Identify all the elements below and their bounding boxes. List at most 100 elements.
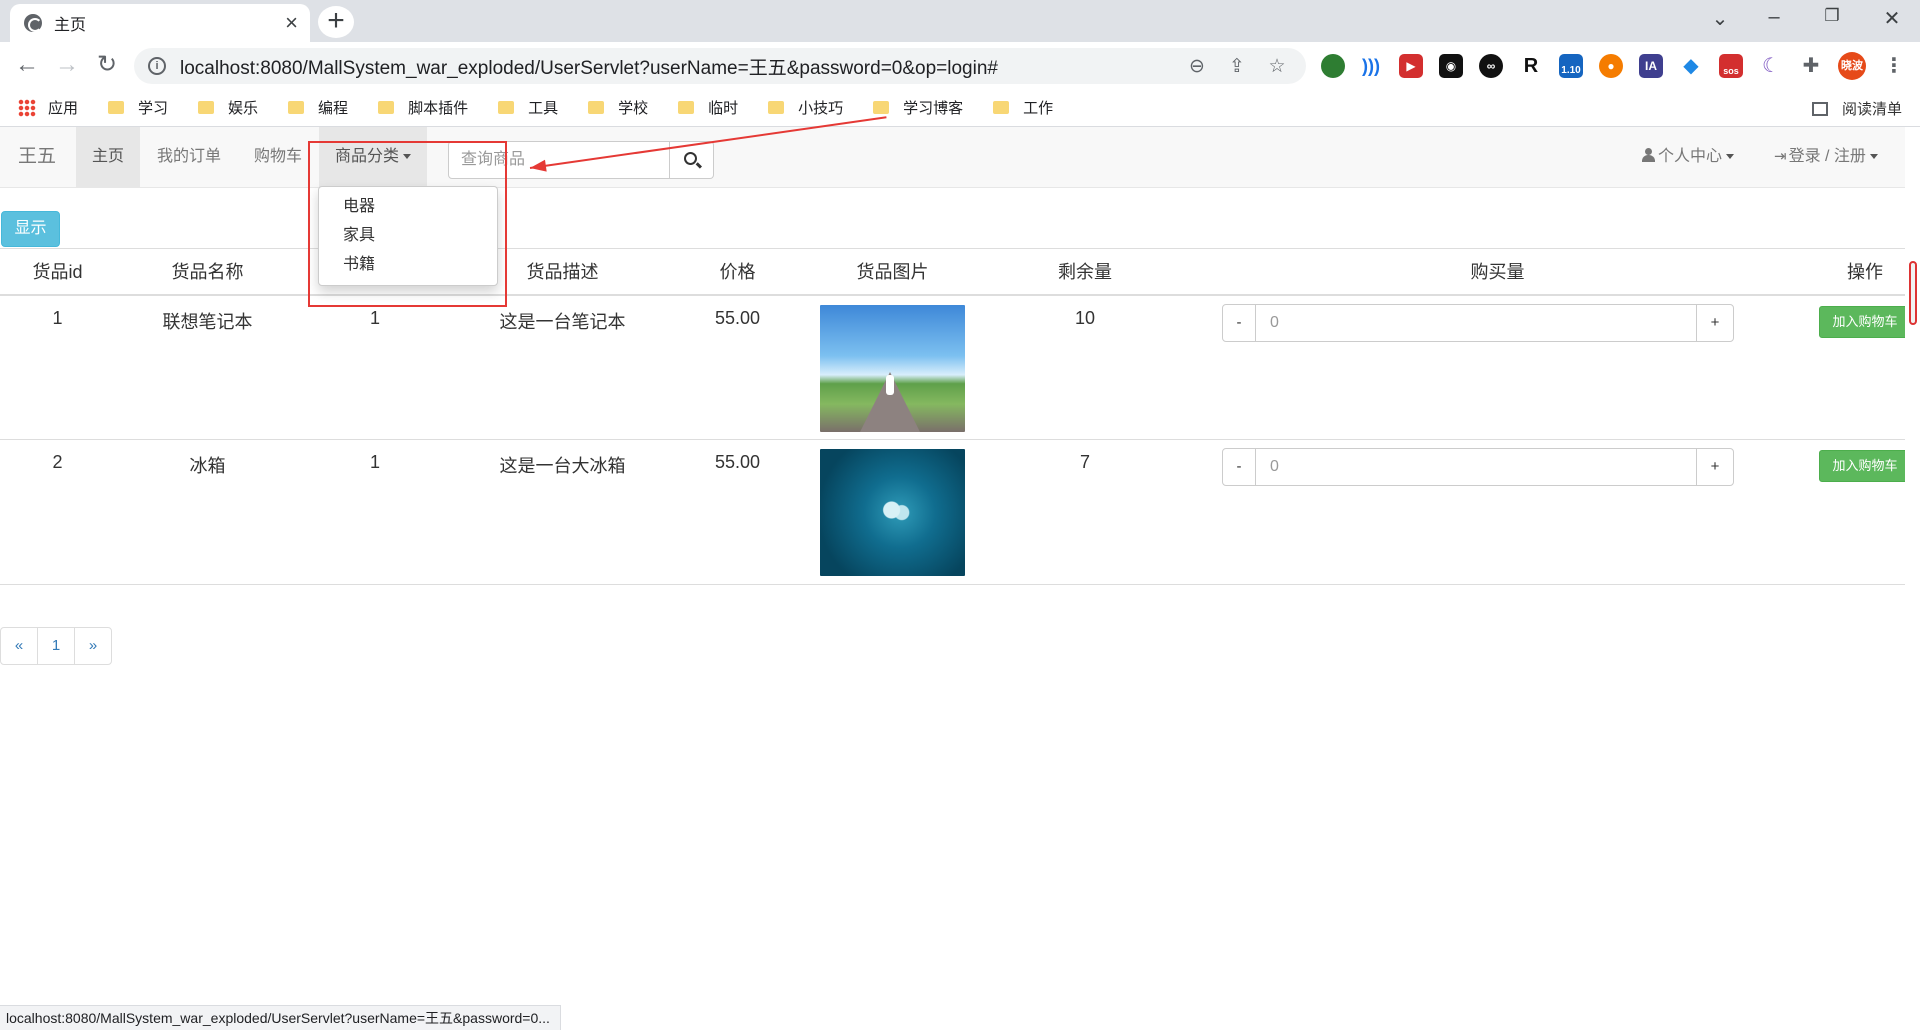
url-text: localhost:8080/MallSystem_war_exploded/U…	[180, 57, 998, 79]
cell-type: 1	[300, 439, 450, 585]
extension-sos-badge: sos	[1723, 66, 1739, 76]
column-header: 剩余量	[985, 248, 1185, 296]
extension-infinity-icon[interactable]: ∞	[1479, 54, 1503, 78]
extension-version-icon[interactable]: 1.10	[1559, 54, 1583, 78]
bookmark-folder[interactable]: 工具	[498, 97, 558, 118]
extension-glasses-icon[interactable]: ◉	[1439, 54, 1463, 78]
profile-avatar[interactable]: 晓波	[1838, 52, 1866, 80]
folder-icon	[198, 101, 215, 114]
share-icon[interactable]: ⇪	[1226, 55, 1248, 78]
extension-sos-icon[interactable]: sos	[1719, 54, 1743, 78]
reading-list-button[interactable]: 阅读清单	[1811, 98, 1902, 119]
extension-version-badge: 1.10	[1561, 65, 1581, 76]
cell-image	[800, 439, 985, 585]
minimize-icon[interactable]: –	[1754, 6, 1794, 29]
column-header: 货品图片	[800, 248, 985, 296]
extension-green-icon[interactable]	[1321, 54, 1345, 78]
profile-label: 晓波	[1841, 60, 1863, 72]
cell-desc: 这是一台笔记本	[450, 294, 675, 440]
extension-play-icon[interactable]: ▶	[1399, 54, 1423, 78]
bookmark-star-icon[interactable]: ☆	[1266, 55, 1288, 78]
folder-icon	[108, 101, 125, 114]
forward-icon[interactable]: →	[52, 50, 82, 80]
bookmark-folder[interactable]: 学校	[588, 97, 648, 118]
bookmark-folder[interactable]: 编程	[288, 97, 348, 118]
increment-button[interactable]: +	[1696, 303, 1734, 342]
pagination-next[interactable]: »	[74, 627, 112, 665]
folder-icon	[588, 101, 605, 114]
bookmark-folder[interactable]: 学习博客	[873, 97, 963, 118]
cell-id: 2	[0, 439, 115, 585]
add-to-cart-button[interactable]: 加入购物车	[1819, 450, 1911, 482]
nav-cart[interactable]: 购物车	[238, 127, 318, 187]
nav-orders[interactable]: 我的订单	[141, 127, 237, 187]
site-info-icon[interactable]: i	[148, 57, 166, 75]
navbar-brand[interactable]: 王五	[2, 127, 72, 187]
cell-name: 冰箱	[115, 439, 300, 585]
bookmark-label: 临时	[708, 100, 739, 117]
bookmark-folder[interactable]: 临时	[678, 97, 738, 118]
extension-ia-icon[interactable]: IA	[1639, 54, 1663, 78]
nav-user-center[interactable]: 个人中心	[1626, 127, 1750, 187]
decrement-button[interactable]: -	[1222, 303, 1256, 342]
bookmark-label: 学校	[618, 100, 649, 117]
cell-price: 55.00	[675, 294, 800, 440]
increment-button[interactable]: +	[1696, 448, 1734, 486]
folder-icon	[768, 101, 785, 114]
cell-type: 1	[300, 294, 450, 440]
bookmarks-bar: 应用 学习 娱乐 编程 脚本插件 工具 学校 临时 小技巧 学习博客 工作 阅读…	[0, 89, 1920, 127]
pagination-page[interactable]: 1	[37, 627, 75, 665]
address-bar[interactable]: i localhost:8080/MallSystem_war_exploded…	[134, 48, 1306, 84]
extension-wave-icon[interactable]: )))	[1359, 54, 1383, 78]
extension-r-icon[interactable]: R	[1519, 54, 1543, 78]
decrement-button[interactable]: -	[1222, 448, 1256, 486]
site-navbar: 王五 主页 我的订单 购物车 商品分类 查询商品 个人中心 ⇥ 登录 / 注册	[0, 127, 1920, 188]
folder-icon	[993, 101, 1010, 114]
column-header: 操作	[1810, 248, 1920, 296]
pagination-prev[interactable]: «	[0, 627, 38, 665]
bookmark-folder[interactable]: 小技巧	[768, 97, 843, 118]
bookmark-folder[interactable]: 工作	[993, 97, 1053, 118]
extension-moon-icon[interactable]: ☾	[1759, 54, 1783, 78]
bookmark-folder[interactable]: 学习	[108, 97, 168, 118]
bookmark-label: 学习	[138, 100, 169, 117]
annotation-highlight-box	[308, 141, 507, 307]
table-row: 1 联想笔记本 1 这是一台笔记本 55.00 10 - 0 + 加入购物车	[0, 294, 1920, 440]
restore-icon[interactable]: ❐	[1812, 6, 1852, 26]
tab-search-icon[interactable]: ⌄	[1700, 6, 1740, 31]
pagination: « 1 »	[0, 627, 112, 665]
bookmark-folder[interactable]: 脚本插件	[378, 97, 468, 118]
cell-quantity: - 0 +	[1185, 294, 1810, 440]
add-to-cart-button[interactable]: 加入购物车	[1819, 305, 1911, 338]
quantity-input[interactable]: 0	[1256, 303, 1696, 342]
bookmark-apps[interactable]: 应用	[18, 97, 78, 118]
show-button[interactable]: 显示	[1, 211, 60, 247]
extension-diamond-icon[interactable]: ◆	[1679, 54, 1703, 78]
nav-login-register[interactable]: ⇥ 登录 / 注册	[1758, 127, 1894, 187]
bookmark-label: 学习博客	[903, 100, 964, 117]
cell-stock: 7	[985, 439, 1185, 585]
column-header: 购买量	[1185, 248, 1810, 296]
zoom-icon[interactable]: ⊖	[1186, 55, 1208, 78]
nav-home[interactable]: 主页	[76, 127, 141, 187]
quantity-stepper: - 0 +	[1222, 448, 1734, 486]
ocean-cloud-image	[820, 449, 965, 576]
close-window-icon[interactable]: ✕	[1872, 6, 1912, 31]
page-scrollbar[interactable]	[1905, 127, 1920, 1030]
scrollbar-thumb[interactable]	[1909, 261, 1917, 325]
cell-quantity: - 0 +	[1185, 439, 1810, 585]
browser-tab[interactable]: 主页 ×	[10, 4, 310, 42]
menu-kebab-icon[interactable]: ⋮	[1882, 54, 1906, 78]
close-tab-icon[interactable]: ×	[285, 12, 298, 34]
reload-icon[interactable]: ↻	[92, 50, 122, 80]
quantity-input[interactable]: 0	[1256, 448, 1696, 486]
bookmark-label: 工具	[528, 100, 559, 117]
extension-weibo-icon[interactable]: ●	[1599, 54, 1623, 78]
browser-tabbar: 主页 × + ⌄ – ❐ ✕	[0, 0, 1920, 42]
extensions-puzzle-icon[interactable]: ✚	[1799, 54, 1823, 78]
back-icon[interactable]: ←	[12, 50, 42, 80]
bookmark-folder[interactable]: 娱乐	[198, 97, 258, 118]
new-tab-button[interactable]: +	[318, 6, 354, 38]
reading-list-label: 阅读清单	[1841, 101, 1902, 118]
globe-icon	[24, 14, 42, 32]
